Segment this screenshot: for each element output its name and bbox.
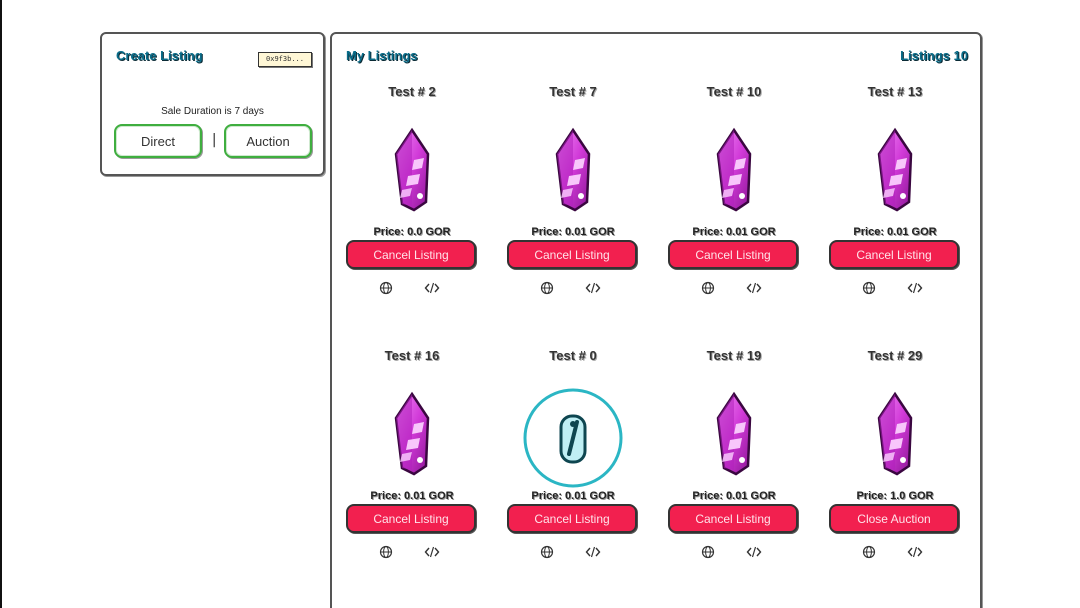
- listing-links: [342, 280, 482, 296]
- cancel-listing-button[interactable]: Cancel Listing: [668, 240, 798, 269]
- close-auction-button[interactable]: Close Auction: [829, 504, 959, 533]
- listing-card: Test # 7 Price: 0.01 GOR Cancel Listing: [503, 84, 643, 314]
- listing-price: Price: 0.01 GOR: [853, 226, 937, 238]
- listing-card: Test # 29 Price: 1.0 GOR Close Auction: [825, 348, 965, 578]
- code-icon[interactable]: [746, 280, 762, 294]
- listing-price: Price: 0.01 GOR: [531, 226, 615, 238]
- globe-icon[interactable]: [540, 280, 554, 295]
- crystal-image[interactable]: [362, 388, 462, 488]
- listing-price: Price: 0.0 GOR: [373, 226, 451, 238]
- crystal-image[interactable]: [845, 388, 945, 488]
- cancel-listing-button[interactable]: Cancel Listing: [346, 504, 476, 533]
- mode-separator: |: [210, 132, 219, 148]
- listing-card: Test # 10 Price: 0.01 GOR Cancel Listing: [664, 84, 804, 314]
- listing-title: Test # 19: [706, 348, 762, 363]
- listing-price: Price: 0.01 GOR: [692, 490, 776, 502]
- listing-title: Test # 29: [867, 348, 923, 363]
- code-icon[interactable]: [424, 544, 440, 558]
- globe-icon[interactable]: [862, 280, 876, 295]
- globe-icon[interactable]: [540, 544, 554, 559]
- cancel-listing-button[interactable]: Cancel Listing: [507, 240, 637, 269]
- create-listing-title: Create Listing: [116, 48, 203, 63]
- listing-links: [503, 280, 643, 296]
- my-listings-panel: My Listings Listings 10 Test # 2 Price: 0…: [330, 32, 982, 608]
- listing-links: [503, 544, 643, 560]
- globe-icon[interactable]: [701, 280, 715, 295]
- code-icon[interactable]: [746, 544, 762, 558]
- listing-links: [664, 280, 804, 296]
- code-icon[interactable]: [907, 280, 923, 294]
- left-divider: [0, 0, 2, 608]
- code-icon[interactable]: [424, 280, 440, 294]
- listing-price: Price: 0.01 GOR: [370, 490, 454, 502]
- listing-links: [825, 544, 965, 560]
- listing-links: [342, 544, 482, 560]
- listing-price: Price: 0.01 GOR: [692, 226, 776, 238]
- medal-image[interactable]: [523, 388, 623, 488]
- listings-count: Listings 10: [900, 48, 968, 63]
- globe-icon[interactable]: [701, 544, 715, 559]
- listing-card: Test # 2 Price: 0.0 GOR Cancel Listing: [342, 84, 482, 314]
- listing-card: Test # 13 Price: 0.01 GOR Cancel Listing: [825, 84, 965, 314]
- crystal-image[interactable]: [684, 124, 784, 224]
- code-icon[interactable]: [585, 544, 601, 558]
- cancel-listing-button[interactable]: Cancel Listing: [829, 240, 959, 269]
- listing-price: Price: 0.01 GOR: [531, 490, 615, 502]
- code-icon[interactable]: [907, 544, 923, 558]
- cancel-listing-button[interactable]: Cancel Listing: [507, 504, 637, 533]
- sale-duration-text: Sale Duration is 7 days: [161, 106, 264, 117]
- my-listings-title: My Listings: [346, 48, 418, 63]
- listing-title: Test # 10: [706, 84, 762, 99]
- crystal-image[interactable]: [845, 124, 945, 224]
- direct-button[interactable]: Direct: [114, 124, 202, 158]
- listing-title: Test # 7: [549, 84, 597, 99]
- listing-title: Test # 16: [384, 348, 440, 363]
- wallet-address-chip[interactable]: 0x9f3b...: [258, 52, 312, 67]
- globe-icon[interactable]: [379, 544, 393, 559]
- auction-button[interactable]: Auction: [224, 124, 312, 158]
- listing-title: Test # 0: [549, 348, 597, 363]
- listing-card: Test # 0 Price: 0.01 GOR Cancel Listing: [503, 348, 643, 578]
- globe-icon[interactable]: [379, 280, 393, 295]
- listing-card: Test # 19 Price: 0.01 GOR Cancel Listing: [664, 348, 804, 578]
- cancel-listing-button[interactable]: Cancel Listing: [668, 504, 798, 533]
- crystal-image[interactable]: [684, 388, 784, 488]
- listing-price: Price: 1.0 GOR: [856, 490, 934, 502]
- listing-title: Test # 13: [867, 84, 923, 99]
- code-icon[interactable]: [585, 280, 601, 294]
- listing-links: [664, 544, 804, 560]
- globe-icon[interactable]: [862, 544, 876, 559]
- listing-title: Test # 2: [388, 84, 436, 99]
- crystal-image[interactable]: [523, 124, 623, 224]
- create-listing-panel: Create Listing 0x9f3b... Sale Duration i…: [100, 32, 325, 176]
- listing-links: [825, 280, 965, 296]
- crystal-image[interactable]: [362, 124, 462, 224]
- cancel-listing-button[interactable]: Cancel Listing: [346, 240, 476, 269]
- listing-card: Test # 16 Price: 0.01 GOR Cancel Listing: [342, 348, 482, 578]
